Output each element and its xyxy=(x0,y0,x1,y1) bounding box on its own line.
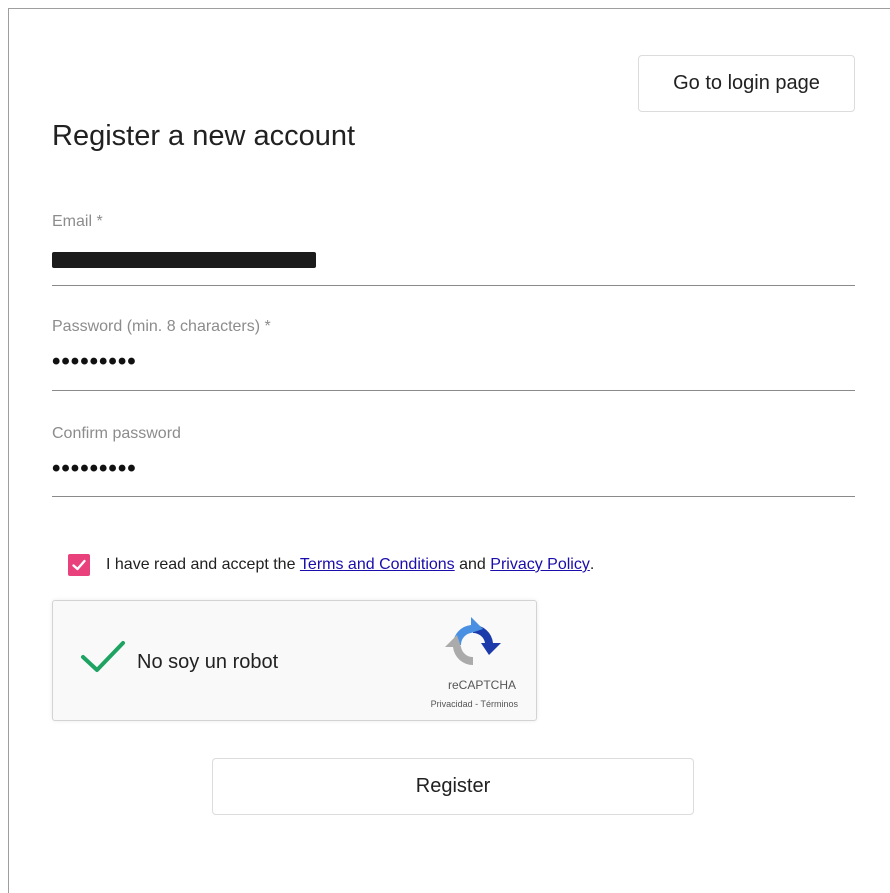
password-label: Password (min. 8 characters) * xyxy=(52,318,271,335)
recaptcha-logo-icon xyxy=(445,617,501,678)
confirm-password-label: Confirm password xyxy=(52,425,181,442)
terms-row: I have read and accept the Terms and Con… xyxy=(68,554,594,576)
recaptcha-brand: reCAPTCHA xyxy=(447,678,516,692)
confirm-password-field[interactable]: Confirm password ••••••••• xyxy=(52,425,855,497)
recaptcha-terms-link[interactable]: Términos xyxy=(480,699,518,709)
recaptcha-separator: - xyxy=(475,699,479,709)
recaptcha-privacy-link[interactable]: Privacidad xyxy=(431,699,473,709)
password-value: ••••••••• xyxy=(52,348,137,375)
checkmark-icon xyxy=(72,559,86,571)
privacy-policy-link[interactable]: Privacy Policy xyxy=(490,556,590,574)
recaptcha-label: No soy un robot xyxy=(137,651,279,673)
page-title: Register a new account xyxy=(52,120,356,152)
email-label: Email * xyxy=(52,213,103,230)
terms-and-conditions-link[interactable]: Terms and Conditions xyxy=(300,556,455,574)
email-value-redacted xyxy=(52,249,316,270)
register-button[interactable]: Register xyxy=(212,758,694,815)
password-field[interactable]: Password (min. 8 characters) * ••••••••• xyxy=(52,318,855,391)
confirm-password-value: ••••••••• xyxy=(52,455,137,482)
recaptcha-checkbox[interactable] xyxy=(79,637,127,682)
email-field[interactable]: Email * xyxy=(52,213,855,286)
terms-text-before: I have read and accept the xyxy=(106,556,296,573)
recaptcha-widget: No soy un robot reCAPTCHA Privacidad - T… xyxy=(52,600,537,721)
recaptcha-links: Privacidad - Términos xyxy=(431,699,518,709)
green-check-icon xyxy=(81,641,125,672)
terms-checkbox[interactable] xyxy=(68,554,90,576)
terms-text-middle: and xyxy=(459,556,486,573)
terms-text-after: . xyxy=(589,556,595,573)
go-to-login-button[interactable]: Go to login page xyxy=(638,55,855,112)
